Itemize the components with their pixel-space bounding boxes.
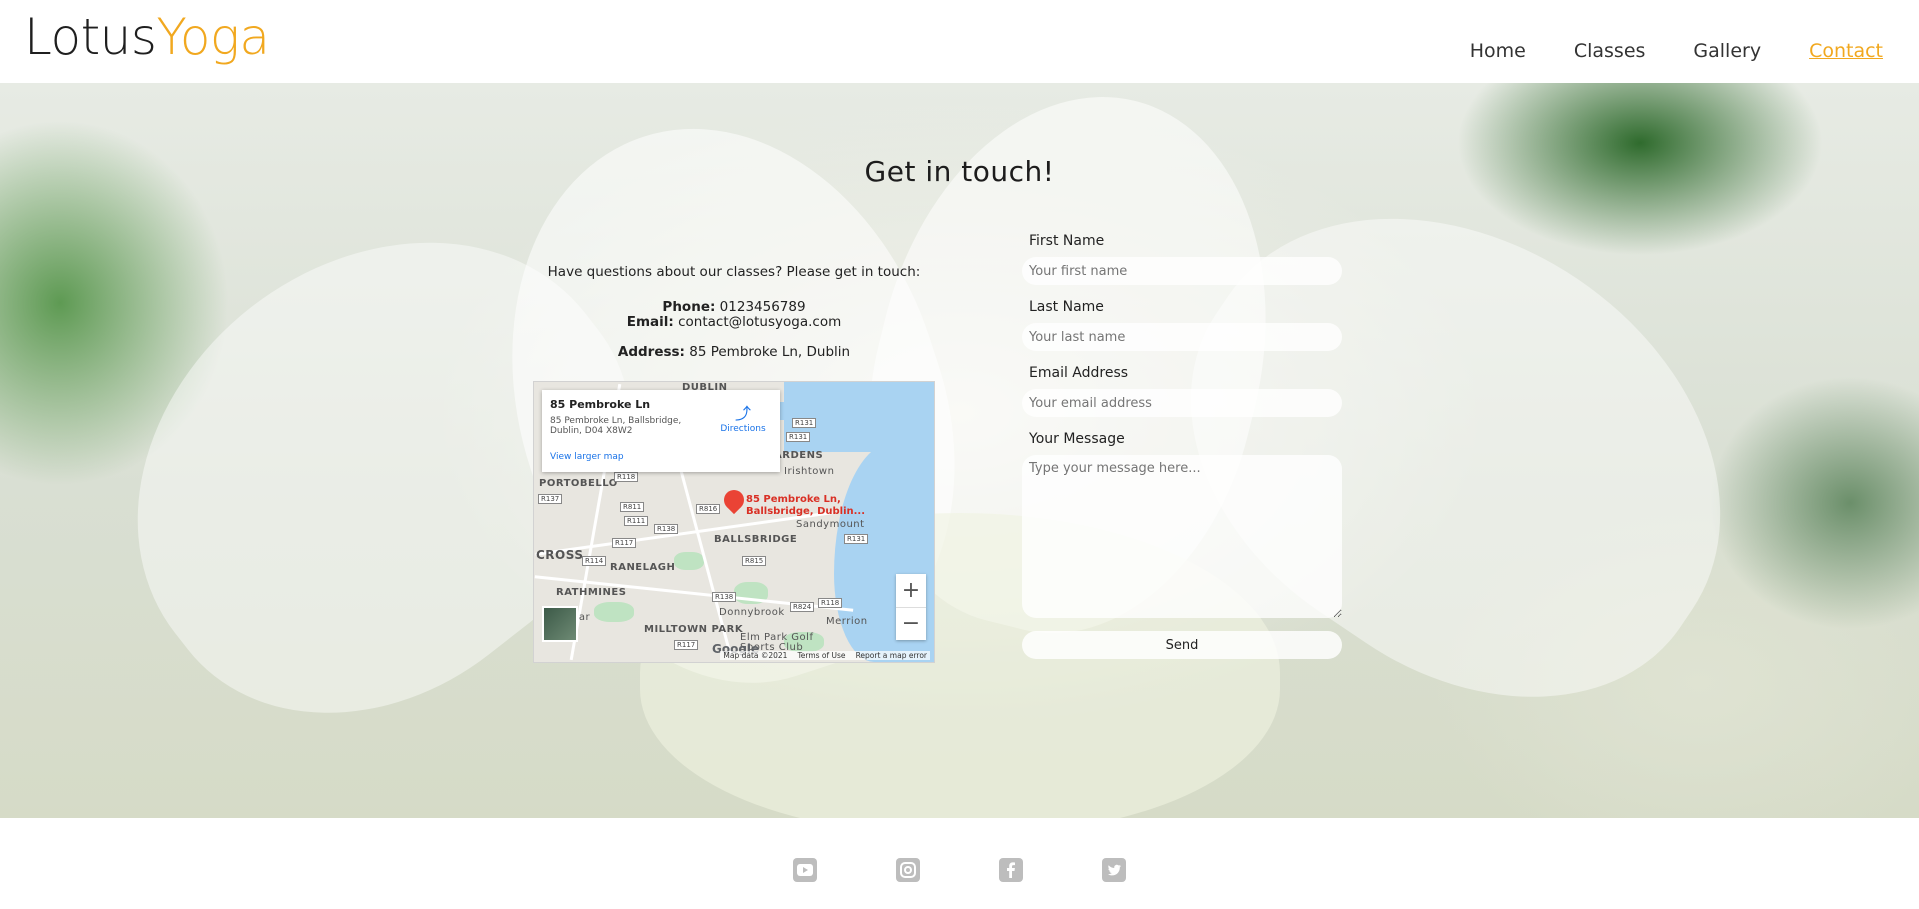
google-map[interactable]: DUBLIN ARDENS Irishtown PORTOBELLO BALLS… [533, 381, 935, 663]
twitter-icon[interactable] [1102, 858, 1126, 882]
logo-word-lotus: Lotus [24, 8, 157, 66]
phone-line: Phone: 0123456789 [534, 300, 934, 315]
map-area-label: PORTOBELLO [539, 478, 618, 489]
logo[interactable]: LotusYoga [24, 8, 270, 66]
map-zoom-controls: + − [896, 574, 926, 640]
map-info-card: 85 Pembroke Ln 85 Pembroke Ln, Ballsbrid… [542, 390, 780, 472]
address-value: 85 Pembroke Ln, Dublin [689, 344, 851, 360]
send-button[interactable]: Send [1022, 631, 1342, 659]
map-road-label: R816 [696, 504, 721, 514]
email-label: Email: [626, 314, 674, 330]
phone-label: Phone: [662, 299, 716, 315]
map-terms-link[interactable]: Terms of Use [797, 651, 845, 660]
map-road-label: R118 [614, 472, 639, 482]
message-textarea[interactable] [1022, 455, 1342, 618]
map-park [674, 552, 704, 570]
map-road-label: R114 [582, 556, 607, 566]
map-park [594, 602, 634, 622]
directions-button[interactable]: ⤴ Directions [718, 400, 768, 434]
address-line: Address: 85 Pembroke Ln, Dublin [534, 345, 934, 360]
map-road-label: R117 [674, 640, 699, 650]
email-line: Email: contact@lotusyoga.com [534, 315, 934, 330]
map-road-label: R137 [538, 494, 563, 504]
page-title: Get in touch! [864, 155, 1055, 188]
main-nav: Home Classes Gallery Contact [1470, 40, 1883, 62]
map-area-label: MILLTOWN PARK [644, 624, 744, 635]
social-links [793, 858, 1126, 882]
nav-home[interactable]: Home [1470, 40, 1526, 62]
map-data-text: Map data ©2021 [723, 651, 788, 660]
site-footer [0, 818, 1919, 909]
directions-label: Directions [720, 424, 766, 434]
instagram-icon[interactable] [896, 858, 920, 882]
map-road-label: R117 [612, 538, 637, 548]
contact-intro: Have questions about our classes? Please… [547, 264, 921, 280]
map-pin-label: 85 Pembroke Ln, Ballsbridge, Dublin... [746, 494, 865, 518]
map-road-label: R815 [742, 556, 767, 566]
email-input[interactable] [1022, 389, 1342, 417]
last-name-input[interactable] [1022, 323, 1342, 351]
map-place-address: 85 Pembroke Ln, Ballsbridge, Dublin, D04… [550, 416, 682, 436]
directions-icon: ⤴ [734, 404, 751, 423]
map-area-label: Merrion [826, 616, 868, 627]
map-area-label: Sandymount [796, 519, 865, 530]
map-area-label: CROSS [536, 548, 584, 562]
map-road-label: R138 [654, 524, 679, 534]
map-area-label: RANELAGH [610, 562, 676, 573]
message-label: Your Message [1029, 431, 1125, 447]
first-name-label: First Name [1029, 233, 1105, 249]
map-road-label: R824 [790, 602, 815, 612]
map-road-label: R131 [792, 418, 817, 428]
last-name-label: Last Name [1029, 299, 1104, 315]
email-label: Email Address [1029, 365, 1129, 381]
map-report-link[interactable]: Report a map error [856, 651, 927, 660]
nav-contact[interactable]: Contact [1809, 40, 1883, 62]
map-pin-label-line2: Ballsbridge, Dublin... [746, 506, 866, 517]
map-road-label: R118 [818, 598, 843, 608]
map-pin-icon[interactable] [719, 485, 749, 515]
map-pin-label-line1: 85 Pembroke Ln, [746, 494, 841, 505]
nav-classes[interactable]: Classes [1574, 40, 1646, 62]
nav-gallery[interactable]: Gallery [1693, 40, 1761, 62]
youtube-icon[interactable] [793, 858, 817, 882]
map-area-label: ARDENS [774, 450, 824, 461]
map-road-label: R131 [844, 534, 869, 544]
map-road-label: R138 [712, 592, 737, 602]
map-footer: Map data ©2021 Terms of Use Report a map… [720, 651, 930, 660]
satellite-toggle[interactable] [542, 606, 578, 642]
contact-info: Have questions about our classes? Please… [534, 265, 934, 360]
map-road-label: R111 [624, 516, 649, 526]
map-road-label: R131 [786, 432, 811, 442]
phone-value: 0123456789 [719, 299, 806, 315]
map-road-label: R811 [620, 502, 645, 512]
hero-background: Get in touch! Have questions about our c… [0, 83, 1919, 818]
facebook-icon[interactable] [999, 858, 1023, 882]
map-area-label: Irishtown [784, 466, 835, 477]
logo-word-yoga: Yoga [156, 8, 270, 66]
email-value[interactable]: contact@lotusyoga.com [678, 314, 841, 330]
site-header: LotusYoga Home Classes Gallery Contact [0, 0, 1919, 83]
view-larger-map-link[interactable]: View larger map [550, 452, 624, 462]
zoom-out-button[interactable]: − [896, 606, 926, 641]
zoom-in-button[interactable]: + [896, 574, 926, 607]
map-area-label: BALLSBRIDGE [714, 534, 798, 545]
map-area-label: Donnybrook [719, 607, 785, 618]
map-area-label: RATHMINES [556, 587, 627, 598]
map-place-title: 85 Pembroke Ln [550, 398, 651, 411]
contact-form: First Name Last Name Email Address Your … [1022, 233, 1344, 659]
first-name-input[interactable] [1022, 257, 1342, 285]
address-label: Address: [617, 344, 685, 360]
